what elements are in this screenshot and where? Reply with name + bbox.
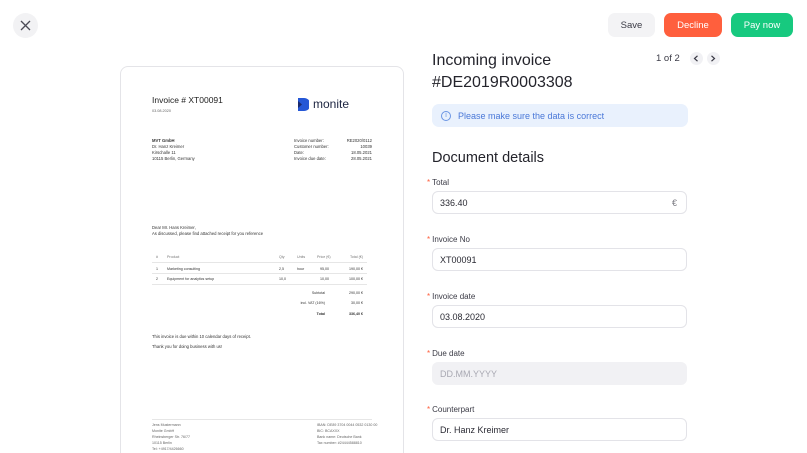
doc-footer-line: BIC: BCAXXX (317, 429, 340, 433)
doc-footer-line: Tel: +4917/4426660 (152, 447, 184, 451)
doc-footer-line: Monite GmbH (152, 429, 175, 433)
invoice-no-label: * Invoice No (427, 235, 470, 244)
doc-sender-line: Dr. Hanz Kreimer (152, 144, 185, 149)
doc-total-value: 336,40 € (349, 312, 363, 316)
doc-table-cell: 95,00 (320, 267, 329, 271)
doc-footer-line: 10115 Berlin (152, 441, 172, 445)
doc-table-header: # (156, 255, 158, 259)
invoice-date-field[interactable]: 03.08.2020 (432, 305, 687, 328)
monite-logo-icon (298, 97, 309, 111)
doc-total-value: 30,00 € (351, 301, 363, 305)
logo-text: monite (313, 97, 350, 111)
save-button[interactable]: Save (608, 13, 655, 37)
doc-meta-value: 28.05.2021 (351, 156, 372, 161)
doc-table-header: Total (€) (350, 255, 363, 259)
doc-table-cell: 10,00 (320, 277, 329, 281)
page-title-line2: #DE2019R0003308 (432, 74, 573, 91)
monite-logo: monite (298, 97, 349, 111)
prev-page-button[interactable] (689, 52, 703, 65)
doc-meta-label: Invoice number: (294, 138, 324, 143)
chevron-right-icon (711, 55, 716, 62)
invoice-date-value: 03.08.2020 (440, 311, 486, 322)
doc-total-label: incl. VAT (16%) (300, 301, 325, 305)
doc-meta-label: Date: (294, 150, 305, 155)
doc-footer-line: Tax number: #24444588810 (317, 441, 362, 445)
doc-intro: As discussed, please find attached recei… (152, 231, 264, 236)
invoice-preview: Invoice # XT00091 03.08.2020 monite MVT … (120, 66, 404, 453)
invoice-no-field[interactable]: XT00091 (432, 248, 687, 271)
page-indicator: 1 of 2 (656, 53, 680, 64)
doc-table-cell: Marketing consulting (167, 267, 200, 271)
doc-table-cell: 2,5 (279, 267, 284, 271)
total-label: * Total (427, 178, 450, 187)
invoice-date-label: * Invoice date (427, 292, 476, 301)
doc-sender-line: Kirschalle 11 (152, 150, 176, 155)
pay-now-button[interactable]: Pay now (731, 13, 793, 37)
info-notice-text: Please make sure the data is correct (458, 110, 605, 121)
doc-table-cell: 2 (156, 277, 158, 281)
decline-button[interactable]: Decline (664, 13, 722, 37)
doc-meta-label: Customer number: (294, 144, 329, 149)
doc-table-header: Units (297, 255, 306, 259)
total-value: 336.40 (440, 197, 468, 208)
invoice-no-value: XT00091 (440, 254, 477, 265)
doc-footer-line: Rheinsberger Str. 76/77 (152, 435, 190, 439)
due-date-placeholder: DD.MM.YYYY (440, 368, 498, 379)
next-page-button[interactable] (706, 52, 720, 65)
page-pager: 1 of 2 (656, 52, 720, 65)
chevron-left-icon (693, 55, 699, 62)
doc-invoice-title: Invoice # XT00091 (152, 95, 223, 105)
doc-footer-line: Bank name: Deutsche Bank (317, 435, 362, 439)
doc-table-cell: 190,00 € (349, 267, 363, 271)
info-notice: i Please make sure the data is correct (432, 104, 688, 127)
doc-meta-value: 10039 (360, 144, 372, 149)
doc-meta-value: RE2020/0112 (346, 138, 372, 143)
doc-invoice-date: 03.08.2020 (152, 109, 172, 113)
page-title-line1: Incoming invoice (432, 52, 552, 69)
doc-greeting: Dear Mr. Hans Kreimer, (152, 225, 196, 230)
doc-footer-line: IBAN: DE89 3704 0044 0532 0130 00 (317, 423, 378, 427)
currency-suffix: € (671, 197, 677, 208)
due-date-label: * Due date (427, 349, 465, 358)
doc-footer-line: Jens Mustermann (152, 423, 181, 427)
doc-table-cell: hour (297, 267, 305, 271)
due-date-field[interactable]: DD.MM.YYYY (432, 362, 687, 385)
doc-sender-line: 10115 Berlin, Germany (152, 156, 195, 161)
doc-total-label: Subtotal (311, 291, 325, 295)
doc-note: Thank you for doing business with us! (152, 344, 223, 349)
doc-meta-value: 18.05.2021 (351, 150, 372, 155)
counterpart-field[interactable]: Dr. Hanz Kreimer (432, 418, 687, 441)
close-icon (20, 20, 31, 31)
doc-table-cell: 1 (156, 267, 158, 271)
page-title: Incoming invoice #DE2019R0003308 (432, 50, 573, 94)
doc-table-cell: 100,00 € (349, 277, 363, 281)
total-field[interactable]: 336.40 € (432, 191, 687, 214)
counterpart-label: * Counterpart (427, 405, 475, 414)
doc-meta-label: Invoice due date: (294, 156, 326, 161)
counterpart-value: Dr. Hanz Kreimer (440, 424, 510, 435)
doc-table-cell: Equipment for analytics setup (167, 277, 215, 281)
doc-sender-line: MVT GmbH (152, 138, 175, 143)
doc-total-value: 290,00 € (349, 291, 363, 295)
doc-note: This invoice is due within 10 calendar d… (152, 334, 251, 339)
doc-total-label: Total (316, 312, 325, 316)
doc-table-header: Qty (279, 255, 285, 259)
close-button[interactable] (13, 13, 38, 38)
doc-table-cell: 10,0 (279, 277, 286, 281)
doc-table-header: Product (167, 255, 180, 259)
info-icon: i (441, 110, 451, 121)
section-title: Document details (432, 150, 545, 166)
doc-table-header: Price (€) (317, 255, 331, 259)
